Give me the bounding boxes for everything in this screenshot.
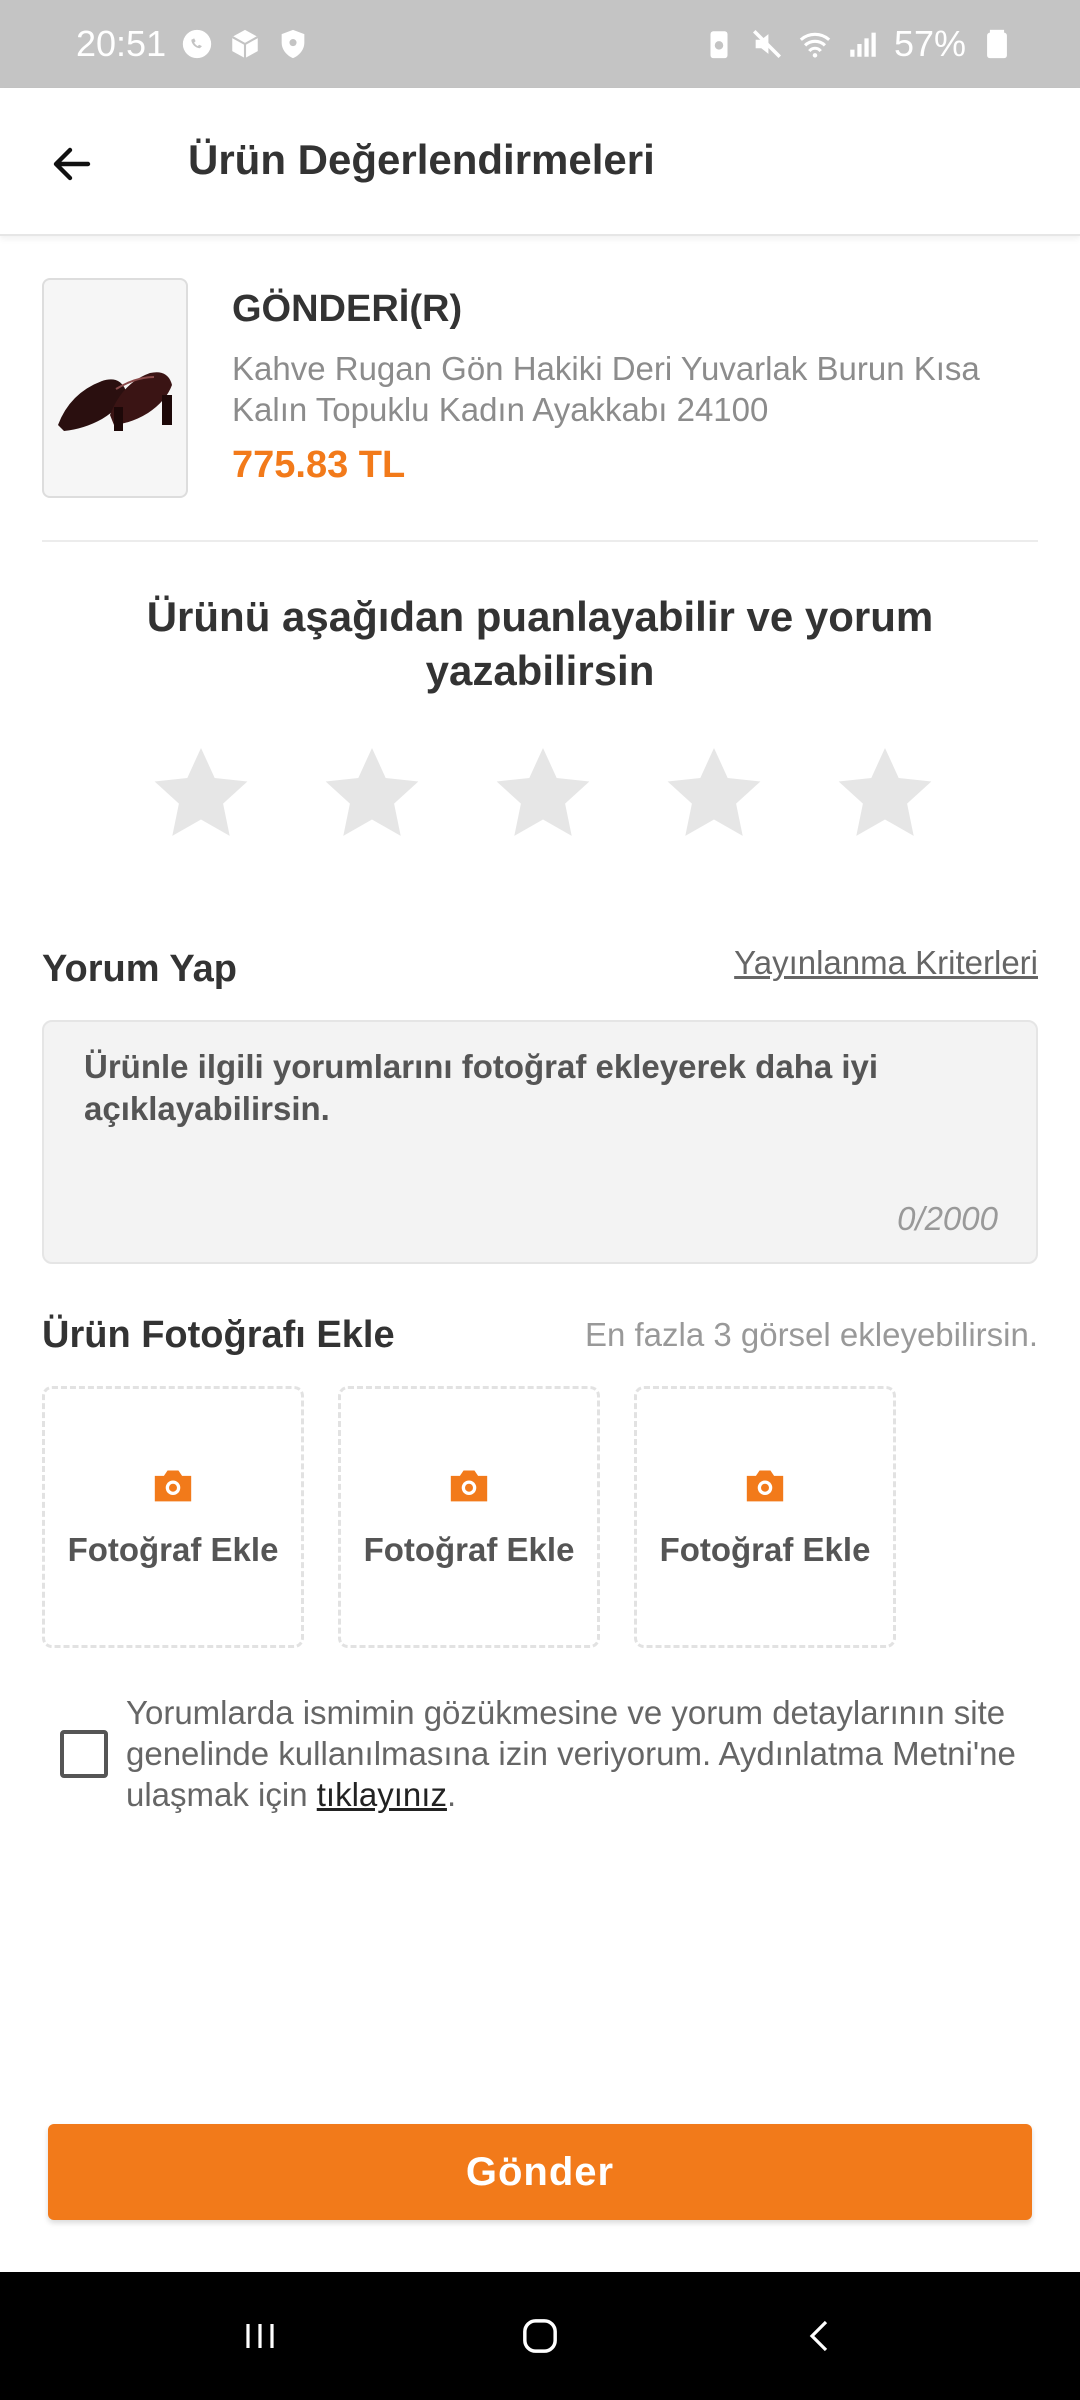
product-brand: GÖNDERİ(R) [232,288,463,330]
camera-icon [154,1470,192,1502]
chevron-left-icon [809,2320,828,2352]
add-photo-label: Fotoğraf Ekle [659,1531,871,1568]
shield-icon [276,27,310,61]
consent-body: Yorumlarda ismimin gözükmesine ve yorum … [126,1694,1016,1813]
system-nav-bar [0,2272,1080,2400]
product-image [42,278,188,498]
signal-icon [846,27,880,61]
camera-icon [450,1470,488,1502]
back-nav-button[interactable] [780,2296,860,2376]
consent-suffix: . [446,1776,457,1813]
battery-icon [980,27,1014,61]
consent-text: Yorumlarda ismimin gözükmesine ve yorum … [126,1692,1026,1815]
battery-saver-icon [702,27,736,61]
mute-icon [750,27,784,61]
status-right: 57% [702,23,1014,65]
battery-percent: 57% [893,23,966,64]
consent-checkbox[interactable] [60,1730,108,1778]
disclosure-link[interactable]: tıklayınız [317,1776,447,1813]
star-icon[interactable] [661,740,767,846]
rating-prompt: Ürünü aşağıdan puanlayabilir ve yorum ya… [146,593,934,694]
star-icon[interactable] [319,740,425,846]
whatsapp-icon [180,27,214,61]
comment-input[interactable]: Ürünle ilgili yorumlarını fotoğraf ekley… [42,1020,1038,1264]
add-photo-button[interactable]: Fotoğraf Ekle [634,1386,896,1648]
box-icon [228,27,262,61]
star-rating [148,740,938,850]
camera-icon [746,1470,784,1502]
home-button[interactable] [500,2296,580,2376]
recent-apps-icon [246,2324,274,2348]
app-bar: Ürün Değerlendirmeleri [0,88,1080,236]
shoe-icon [58,372,172,431]
product-price: 775.83 TL [232,444,406,486]
comment-section-title: Yorum Yap [42,948,237,990]
add-photo-button[interactable]: Fotoğraf Ekle [42,1386,304,1648]
star-icon[interactable] [148,740,254,846]
photo-section-title: Ürün Fotoğrafı Ekle [42,1314,395,1356]
home-icon [523,2319,557,2353]
comment-placeholder: Ürünle ilgili yorumlarını fotoğraf ekley… [84,1048,879,1127]
submit-button[interactable]: Gönder [48,2124,1032,2220]
publishing-criteria-link[interactable]: Yayınlanma Kriterleri [734,944,1038,982]
recent-apps-button[interactable] [220,2296,300,2376]
add-photo-button[interactable]: Fotoğraf Ekle [338,1386,600,1648]
star-icon[interactable] [490,740,596,846]
add-photo-label: Fotoğraf Ekle [67,1531,279,1568]
photo-hint: En fazla 3 görsel ekleyebilirsin. [584,1316,1038,1353]
photo-slots: Fotoğraf Ekle Fotoğraf Ekle Fotoğraf Ekl… [42,1386,896,1648]
back-button[interactable] [40,132,104,196]
arrow-left-icon [53,147,91,181]
status-left: 20:51 [76,23,310,65]
product-summary: GÖNDERİ(R) Kahve Rugan Gön Hakiki Deri Y… [42,278,1038,542]
page-title: Ürün Değerlendirmeleri [188,136,655,183]
add-photo-label: Fotoğraf Ekle [363,1531,575,1568]
star-icon[interactable] [832,740,938,846]
product-name: Kahve Rugan Gön Hakiki Deri Yuvarlak Bur… [232,350,980,428]
wifi-icon [798,27,832,61]
status-time: 20:51 [76,23,167,64]
status-bar: 20:51 57% [0,0,1080,88]
character-counter: 0/2000 [897,1200,998,1237]
